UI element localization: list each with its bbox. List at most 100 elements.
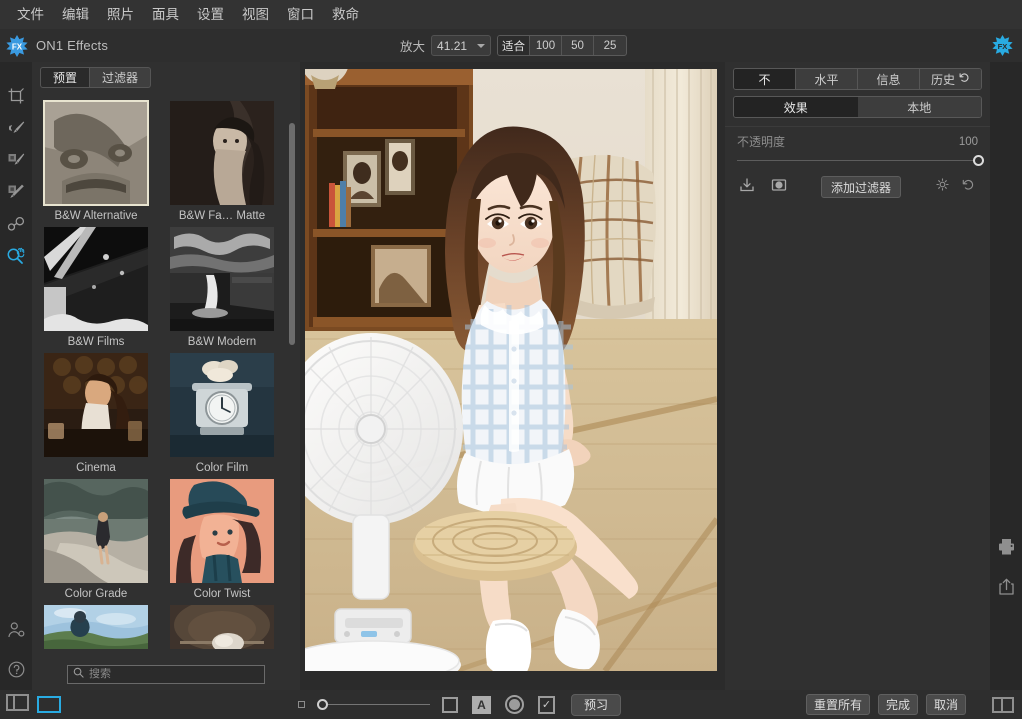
text-a-icon[interactable]: A (472, 696, 491, 714)
preset-item-color-film[interactable]: Color Film (170, 353, 274, 479)
preset-item-cinema[interactable]: Cinema (44, 353, 148, 479)
tab-presets[interactable]: 预置 (40, 67, 90, 88)
subtab-effects[interactable]: 效果 (734, 97, 858, 117)
undo-icon (962, 178, 975, 196)
save-preset-icon (739, 177, 755, 198)
zoom-hand-icon (6, 246, 26, 266)
panel-divider (725, 126, 990, 127)
presets-scrollbar[interactable] (289, 123, 295, 345)
tab-history[interactable]: 历史 (920, 69, 981, 89)
tool-nodes[interactable] (0, 208, 32, 240)
preset-item-color-grade[interactable]: Color Grade (44, 479, 148, 605)
preset-item-color-twist[interactable]: Color Twist (170, 479, 274, 605)
mask-toggle-button[interactable] (769, 177, 789, 197)
tool-crop[interactable] (0, 80, 32, 112)
preset-thumbnail (170, 605, 274, 649)
menu-item-photo[interactable]: 照片 (98, 5, 143, 25)
subtab-local[interactable]: 本地 (858, 97, 982, 117)
zoom-preset-group: 适合 100 50 25 (497, 35, 627, 56)
tool-print[interactable] (990, 526, 1022, 566)
presets-panel: 预置 过滤器 (32, 62, 300, 690)
filter-settings-button[interactable] (932, 177, 952, 197)
preset-label: Color Twist (170, 583, 274, 605)
search-box[interactable] (67, 665, 265, 684)
thumbnail-size-slider-handle[interactable] (317, 699, 328, 710)
tab-info[interactable]: 信息 (858, 69, 920, 89)
preset-label: Cinema (44, 457, 148, 479)
zoom-step-25[interactable]: 25 (594, 36, 626, 55)
gear-icon (936, 178, 949, 196)
opacity-value: 100 (959, 136, 978, 148)
zoom-step-fit[interactable]: 适合 (498, 36, 530, 55)
panel-layout-icon[interactable] (6, 694, 29, 716)
preset-item-bw-films[interactable]: B&W Films (44, 227, 148, 353)
filled-circle-icon[interactable] (505, 695, 524, 714)
right-tool-rail (990, 62, 1022, 690)
large-square-icon[interactable] (442, 697, 458, 713)
menu-item-help[interactable]: 救命 (323, 5, 368, 25)
svg-text:FX: FX (12, 42, 23, 51)
zoom-label: 放大 (400, 36, 425, 55)
preset-thumbnail (170, 479, 274, 583)
masking-brush-icon (7, 151, 25, 169)
preview-button[interactable]: 预习 (571, 694, 621, 716)
menu-item-window[interactable]: 窗口 (278, 5, 323, 25)
thumbnail-size-slider[interactable] (328, 704, 430, 705)
tool-mask-pen[interactable] (0, 176, 32, 208)
checkbox-icon[interactable]: ✓ (538, 696, 555, 714)
done-button[interactable]: 完成 (878, 694, 918, 715)
save-preset-button[interactable] (737, 177, 757, 197)
brush-icon (7, 119, 25, 137)
question-circle-icon (7, 660, 26, 679)
tab-levels[interactable]: 水平 (796, 69, 858, 89)
small-square-icon[interactable] (298, 701, 305, 708)
title-toolbar: FX ON1 Effects 放大 41.21 适合 100 50 25 FX (0, 29, 1022, 62)
preset-label: Color Film (170, 457, 274, 479)
menu-item-settings[interactable]: 设置 (188, 5, 233, 25)
preset-thumbnail (170, 101, 274, 205)
preset-thumbnail (44, 101, 148, 205)
preset-item-bw-modern[interactable]: B&W Modern (170, 227, 274, 353)
tool-adjustment-brush[interactable] (0, 112, 32, 144)
preset-item-bw-faux-matte[interactable]: B&W Fa… Matte (170, 101, 274, 227)
presets-grid[interactable]: B&W Alternative (32, 95, 300, 702)
opacity-slider[interactable] (737, 160, 978, 161)
photo-preview (305, 69, 717, 671)
fx-starburst-icon-right[interactable]: FX (992, 35, 1013, 56)
presets-tab-group: 预置 过滤器 (32, 62, 300, 89)
zoom-step-50[interactable]: 50 (562, 36, 594, 55)
opacity-slider-handle[interactable] (973, 155, 984, 166)
reset-filters-button[interactable] (958, 177, 978, 197)
app-title: ON1 Effects (36, 38, 108, 53)
bottom-right-group: 重置所有 完成 取消 (806, 694, 1014, 715)
split-view-icon[interactable] (992, 697, 1014, 713)
tool-zoom-pan[interactable] (0, 240, 32, 272)
zoom-step-100[interactable]: 100 (530, 36, 562, 55)
preset-item-bw-alternative[interactable]: B&W Alternative (44, 101, 148, 227)
zoom-level-select[interactable]: 41.21 (431, 35, 491, 56)
menu-bar: 文件 编辑 照片 面具 设置 视图 窗口 救命 (0, 0, 1022, 29)
search-input[interactable] (89, 668, 259, 680)
add-filter-button[interactable]: 添加过滤器 (821, 176, 901, 198)
reset-all-button[interactable]: 重置所有 (806, 694, 870, 715)
opacity-label: 不透明度 (737, 133, 785, 150)
menu-item-edit[interactable]: 编辑 (53, 5, 98, 25)
menu-item-file[interactable]: 文件 (8, 5, 53, 25)
preset-label: B&W Films (44, 331, 148, 353)
menu-item-view[interactable]: 视图 (233, 5, 278, 25)
preset-thumbnail (170, 353, 274, 457)
tab-none[interactable]: 不 (734, 69, 796, 89)
right-panel-subtab-group: 效果 本地 (733, 96, 982, 118)
zoom-level-value: 41.21 (437, 39, 467, 53)
crop-icon (7, 87, 25, 105)
tool-help[interactable] (0, 649, 32, 689)
menu-item-mask[interactable]: 面具 (143, 5, 188, 25)
tool-masking-brush[interactable] (0, 144, 32, 176)
tool-share[interactable] (990, 566, 1022, 606)
image-canvas[interactable] (300, 62, 725, 690)
tab-filters[interactable]: 过滤器 (90, 67, 151, 88)
cancel-button[interactable]: 取消 (926, 694, 966, 715)
preset-label: Color Grade (44, 583, 148, 605)
single-view-icon[interactable] (37, 696, 61, 713)
tool-account[interactable] (0, 611, 32, 649)
